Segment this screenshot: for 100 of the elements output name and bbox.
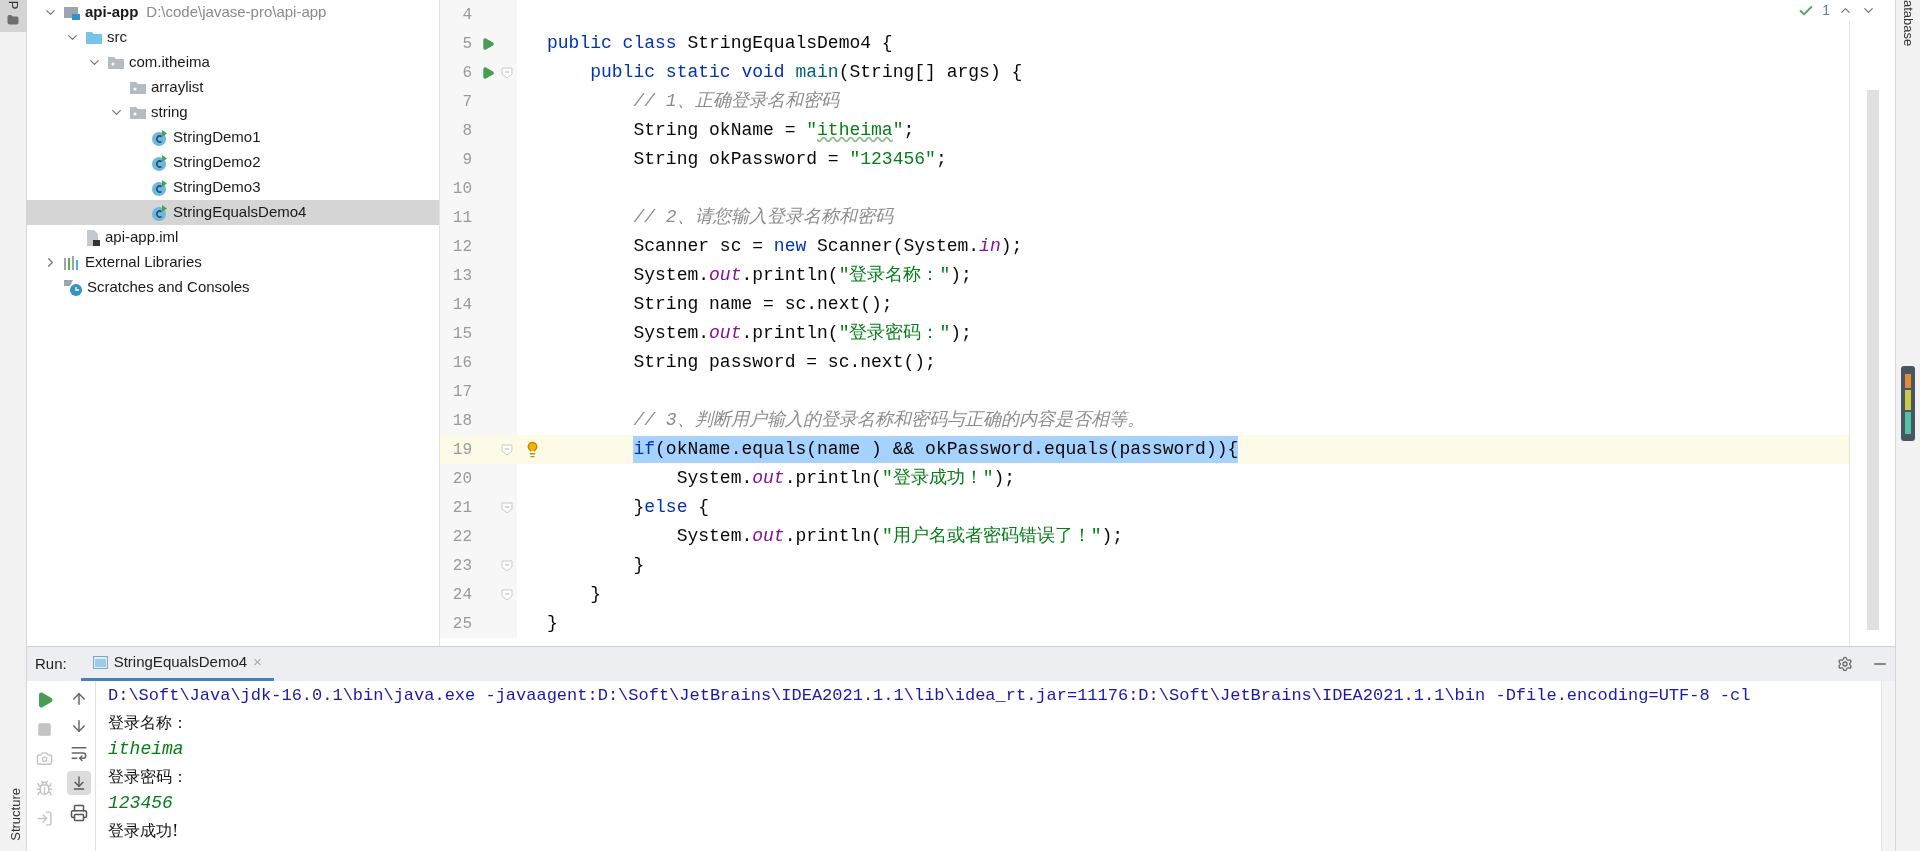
line-number: 14 xyxy=(451,294,472,316)
line-number: 22 xyxy=(451,526,472,548)
bug-icon[interactable] xyxy=(36,780,53,797)
inspection-count: 1 xyxy=(1822,1,1830,20)
console-line: D:\Soft\Java\jdk-16.0.1\bin\java.exe -javaagent:D:\Soft\JetBrains\IDEA2021.1.1\lib\idea_rt.jar=11176:D:\Soft\JetBrains\IDEA2021.1.1\bin -Dfile.encoding=UTF-8 -cl xyxy=(108,684,1751,707)
code-line: String okPassword = "123456"; xyxy=(633,148,947,171)
tree-item[interactable]: StringDemo2 xyxy=(27,150,439,175)
code-line: String okName = "itheima"; xyxy=(633,119,915,142)
code-line: System.out.println("登录密码："); xyxy=(633,322,972,345)
scrollbar[interactable] xyxy=(1881,681,1895,851)
tree-item[interactable]: StringDemo1 xyxy=(27,125,439,150)
camera-icon[interactable] xyxy=(36,750,53,767)
stop-icon[interactable] xyxy=(37,722,52,737)
structure-tab[interactable]: Structure xyxy=(0,751,26,841)
run-tab[interactable]: StringEqualsDemo4 × xyxy=(80,647,274,681)
line-number: 10 xyxy=(451,178,472,200)
tree-label: StringDemo2 xyxy=(173,152,261,173)
settings-icon[interactable] xyxy=(1837,656,1853,672)
run-icon[interactable] xyxy=(481,36,495,51)
code-line: System.out.println("用户名或者密码错误了！"); xyxy=(676,525,1124,548)
meter-icon xyxy=(1901,366,1915,442)
package-icon xyxy=(129,80,147,95)
run-label: Run: xyxy=(35,653,67,674)
folder-icon xyxy=(7,14,19,26)
class-icon xyxy=(151,153,169,172)
code-line: // 3、判断用户输入的登录名称和密码与正确的内容是否相等。 xyxy=(633,409,1145,432)
tree-item[interactable]: StringDemo3 xyxy=(27,175,439,200)
line-number: 19 xyxy=(451,439,472,461)
tree-label: api-app xyxy=(85,2,139,23)
tree-item[interactable]: string xyxy=(27,100,439,125)
console-line: itheima xyxy=(108,738,184,761)
tree-label: src xyxy=(107,27,127,48)
line-number: 9 xyxy=(461,149,472,171)
print-icon[interactable] xyxy=(69,804,88,822)
console-line: 登录密码： xyxy=(108,765,188,788)
scrollbar[interactable] xyxy=(1866,90,1879,630)
tree-label: External Libraries xyxy=(85,252,202,273)
tree-label: StringDemo3 xyxy=(173,177,261,198)
line-number: 7 xyxy=(461,91,472,113)
code-line: } xyxy=(633,554,645,577)
scratches-icon xyxy=(63,278,83,297)
package-icon xyxy=(129,105,147,120)
line-number: 6 xyxy=(461,62,472,84)
scroll-to-end-toggle[interactable] xyxy=(66,771,91,795)
class-icon xyxy=(151,203,169,222)
line-number: 25 xyxy=(451,613,472,635)
line-number: 8 xyxy=(461,120,472,142)
login-icon[interactable] xyxy=(36,810,53,827)
tree-item[interactable]: src xyxy=(27,25,439,50)
line-number: 20 xyxy=(451,468,472,490)
line-number: 16 xyxy=(451,352,472,374)
code-line: System.out.println("登录成功！"); xyxy=(676,467,1016,490)
tree-label: StringEqualsDemo4 xyxy=(173,202,307,223)
class-icon xyxy=(151,178,169,197)
code-line: String password = sc.next(); xyxy=(633,351,936,374)
package-icon xyxy=(107,55,125,70)
project-tab[interactable]: P xyxy=(0,0,26,32)
line-number: 13 xyxy=(451,265,472,287)
line-number: 11 xyxy=(451,207,472,229)
file-icon xyxy=(85,228,101,247)
console-line: 登录名称： xyxy=(108,711,188,734)
code-line: public static void main(String[] args) { xyxy=(590,61,1023,84)
tree-label: api-app.iml xyxy=(105,227,179,248)
console-line: 登录成功! xyxy=(108,819,179,842)
tree-label: Scratches and Consoles xyxy=(87,277,250,298)
tree-item[interactable]: api-app D:\code\javase-pro\api-app xyxy=(27,0,439,25)
line-number: 4 xyxy=(461,4,472,26)
line-number: 24 xyxy=(451,584,472,606)
database-tab[interactable]: atabase xyxy=(1898,0,1918,47)
code-line: }else { xyxy=(633,496,710,519)
tree-label: arraylist xyxy=(151,77,204,98)
code-line: Scanner sc = new Scanner(System.in); xyxy=(633,235,1023,258)
line-number: 18 xyxy=(451,410,472,432)
code-line: public class StringEqualsDemo4 { xyxy=(547,32,893,55)
tree-item[interactable]: com.itheima xyxy=(27,50,439,75)
tree-label: string xyxy=(151,102,188,123)
tree-item[interactable]: arraylist xyxy=(27,75,439,100)
tree-item[interactable]: StringEqualsDemo4 xyxy=(27,200,439,225)
module-icon xyxy=(63,4,81,21)
tree-item[interactable]: External Libraries xyxy=(27,250,439,275)
wrap-icon[interactable] xyxy=(69,744,88,762)
code-line: } xyxy=(590,583,602,606)
console-icon xyxy=(92,656,108,669)
run-icon[interactable] xyxy=(481,65,495,80)
tree-label: StringDemo1 xyxy=(173,127,261,148)
line-number: 12 xyxy=(451,236,472,258)
line-number: 15 xyxy=(451,323,472,345)
console-line: 123456 xyxy=(108,792,173,815)
line-number: 5 xyxy=(461,33,472,55)
code-line: // 1、正确登录名和密码 xyxy=(633,90,839,113)
tree-item[interactable]: Scratches and Consoles xyxy=(27,275,439,300)
tree-item[interactable]: api-app.iml xyxy=(27,225,439,250)
code-line: System.out.println("登录名称："); xyxy=(633,264,972,287)
folder-icon xyxy=(85,30,103,45)
module-path: D:\code\javase-pro\api-app xyxy=(146,2,327,23)
line-number: 17 xyxy=(451,381,472,403)
line-number: 23 xyxy=(451,555,472,577)
code-line: String name = sc.next(); xyxy=(633,293,893,316)
library-icon xyxy=(63,254,81,271)
class-icon xyxy=(151,128,169,147)
